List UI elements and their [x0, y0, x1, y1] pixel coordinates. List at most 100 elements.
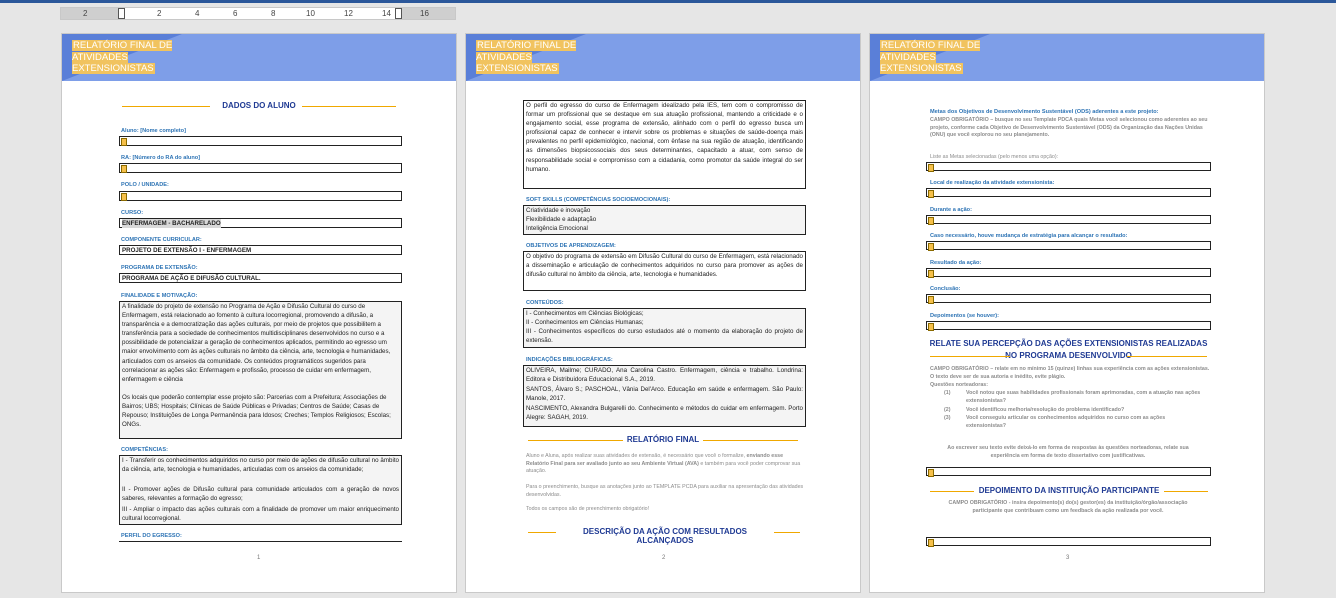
depoimentos-label: Depoimentos (se houver): — [930, 313, 999, 319]
title-bar-strip — [0, 0, 1336, 3]
referencia-2: SANTOS, Álvaro S.; PASCHOAL, Vânia Del'A… — [526, 386, 803, 403]
conteudo-2: II - Conhecimentos em Ciências Humanas; — [526, 319, 644, 326]
programa-field[interactable]: PROGRAMA DE AÇÃO E DIFUSÃO CULTURAL. — [119, 273, 402, 283]
resultado-label: Resultado da ação: — [930, 260, 982, 266]
referencia-3: NASCIMENTO, Alexandra Bulgarelli do. Con… — [526, 405, 803, 422]
text-cursor-icon — [928, 323, 934, 331]
ao-escrever-text: Ao escrever seu texto evite deixá-lo em … — [947, 445, 1189, 459]
section-title-descricao: DESCRIÇÃO DA AÇÃO COM RESULTADOS ALCANÇA… — [583, 527, 747, 545]
programa-value: PROGRAMA DE AÇÃO E DIFUSÃO CULTURAL. — [122, 275, 261, 282]
title-rule-left — [122, 106, 210, 107]
text-cursor-icon — [121, 165, 127, 173]
text-cursor-icon — [928, 270, 934, 278]
componente-label: COMPONENTE CURRICULAR: — [121, 237, 202, 243]
ruler-tick: 12 — [344, 9, 353, 18]
instrucao-2: Para o preenchimento, busque as anotaçõe… — [526, 484, 804, 498]
programa-label: PROGRAMA DE EXTENSÃO: — [121, 265, 198, 271]
title-rule-left — [528, 440, 623, 441]
competencia-3: III - Ampliar o impacto das ações cultur… — [122, 506, 399, 523]
metas-text: CAMPO OBRIGATÓRIO – busque no seu Templa… — [930, 117, 1208, 139]
conteudos-field[interactable]: I - Conhecimentos em Ciências Biológicas… — [523, 308, 806, 348]
banner-title: RELATÓRIO FINAL DE ATIVIDADES EXTENSIONI… — [880, 40, 981, 74]
relate-text: CAMPO OBRIGATÓRIO – relate em no mínimo … — [930, 366, 1210, 380]
text-cursor-icon — [928, 190, 934, 198]
ruler-tick: 2 — [83, 9, 88, 18]
perfil-label: PERFIL DO EGRESSO: — [121, 533, 182, 539]
title-rule-right — [1164, 491, 1208, 492]
componente-value: PROJETO DE EXTENSÃO I - ENFERMAGEM — [122, 247, 252, 254]
instrucao-1: Aluno e Aluna, após realizar suas ativid… — [526, 453, 801, 475]
indicacoes-field[interactable]: OLIVEIRA, Mailme; CURADO, Ana Carolina C… — [523, 365, 806, 427]
finalidade-field[interactable]: A finalidade do projeto de extensão no P… — [119, 301, 402, 439]
competencias-field[interactable]: I - Transferir os conhecimentos adquirid… — [119, 455, 402, 525]
ruler-indent-marker-left[interactable] — [118, 8, 125, 19]
soft-skills-field[interactable]: Criatividade e inovação Flexibilidade e … — [523, 205, 806, 235]
polo-field[interactable] — [119, 191, 402, 201]
document-page-1[interactable]: RELATÓRIO FINAL DE ATIVIDADES EXTENSIONI… — [61, 33, 457, 593]
indicacoes-label: INDICAÇÕES BIBLIOGRÁFICAS: — [526, 357, 613, 363]
durante-label: Durante a ação: — [930, 207, 972, 213]
questao-2-num: (2) — [944, 407, 951, 413]
soft-skill-1: Criatividade e inovação — [526, 207, 591, 214]
liste-label: Liste as Metas selecionadas (pelo menos … — [930, 154, 1059, 160]
finalidade-label: FINALIDADE E MOTIVAÇÃO: — [121, 293, 198, 299]
conclusao-field[interactable] — [926, 294, 1211, 304]
perfil-field-top — [119, 541, 402, 542]
curso-field[interactable]: ENFERMAGEM - BACHARELADO — [119, 218, 402, 228]
competencia-1: I - Transferir os conhecimentos adquirid… — [122, 457, 399, 474]
soft-skills-label: SOFT SKILLS (COMPETÊNCIAS SOCIOEMOCIONAI… — [526, 197, 671, 203]
ruler-tick: 4 — [195, 9, 200, 18]
title-rule-left — [930, 491, 974, 492]
document-page-3[interactable]: RELATÓRIO FINAL DE ATIVIDADES EXTENSIONI… — [869, 33, 1265, 593]
title-rule-right — [302, 106, 396, 107]
text-cursor-icon — [928, 217, 934, 225]
durante-field[interactable] — [926, 215, 1211, 225]
objetivos-field[interactable]: O objetivo do programa de extensão em Di… — [523, 251, 806, 291]
horizontal-ruler[interactable]: 2 2 4 6 8 10 12 14 16 — [60, 7, 456, 20]
mudanca-label: Caso necessário, houve mudança de estrat… — [930, 233, 1128, 239]
relate-field[interactable] — [926, 467, 1211, 477]
curso-label: CURSO: — [121, 210, 144, 216]
ra-field[interactable] — [119, 163, 402, 173]
page-number: 2 — [662, 555, 666, 561]
resultado-field[interactable] — [926, 268, 1211, 278]
questao-3: Você conseguiu articular os conhecimento… — [966, 415, 1166, 429]
questao-1-num: (1) — [944, 390, 951, 396]
ruler-tick: 2 — [157, 9, 162, 18]
soft-skill-2: Flexibilidade e adaptação — [526, 216, 597, 223]
banner-title: RELATÓRIO FINAL DE ATIVIDADES EXTENSIONI… — [476, 40, 577, 74]
finalidade-text: A finalidade do projeto de extensão no P… — [122, 303, 391, 383]
depoimento-field[interactable] — [926, 537, 1211, 547]
conteudo-3: III - Conhecimentos específicos do curso… — [526, 328, 803, 345]
section-title-dados-aluno: DADOS DO ALUNO — [222, 101, 296, 110]
curso-value: ENFERMAGEM - BACHARELADO — [122, 219, 221, 228]
aluno-field[interactable] — [119, 136, 402, 146]
questao-2: Você identificou melhoria/resolução do p… — [966, 407, 1125, 413]
section-title-relatorio-final: RELATÓRIO FINAL — [626, 435, 700, 444]
mudanca-field[interactable] — [926, 241, 1211, 251]
perfil-text: O perfil do egresso do curso de Enfermag… — [526, 102, 803, 173]
referencia-1: OLIVEIRA, Mailme; CURADO, Ana Carolina C… — [526, 367, 803, 384]
metas-field[interactable] — [926, 162, 1211, 172]
ruler-indent-marker-right[interactable] — [395, 8, 402, 19]
title-rule-right — [703, 440, 798, 441]
objetivos-text: O objetivo do programa de extensão em Di… — [526, 253, 803, 279]
depoimentos-field[interactable] — [926, 321, 1211, 331]
page-header-banner: RELATÓRIO FINAL DE ATIVIDADES EXTENSIONI… — [870, 34, 1264, 81]
local-label: Local de realização da atividade extensi… — [930, 180, 1055, 186]
competencia-2: II - Promover ações de Difusão cultural … — [122, 486, 399, 503]
text-cursor-icon — [928, 164, 934, 172]
ruler-tick: 10 — [306, 9, 315, 18]
page-number: 3 — [1066, 555, 1070, 561]
componente-field[interactable]: PROJETO DE EXTENSÃO I - ENFERMAGEM — [119, 245, 402, 255]
perfil-egresso-field[interactable]: O perfil do egresso do curso de Enfermag… — [523, 100, 806, 189]
ruler-tick: 8 — [271, 9, 276, 18]
text-cursor-icon — [928, 539, 934, 547]
title-rule-right — [774, 532, 800, 533]
document-page-2[interactable]: RELATÓRIO FINAL DE ATIVIDADES EXTENSIONI… — [465, 33, 861, 593]
locais-text: Os locais que poderão contemplar esse pr… — [122, 394, 391, 429]
questoes-label: Questões norteadoras: — [930, 382, 988, 388]
conteudo-1: I - Conhecimentos em Ciências Biológicas… — [526, 310, 644, 317]
competencias-label: COMPETÊNCIAS: — [121, 447, 168, 453]
local-field[interactable] — [926, 188, 1211, 198]
